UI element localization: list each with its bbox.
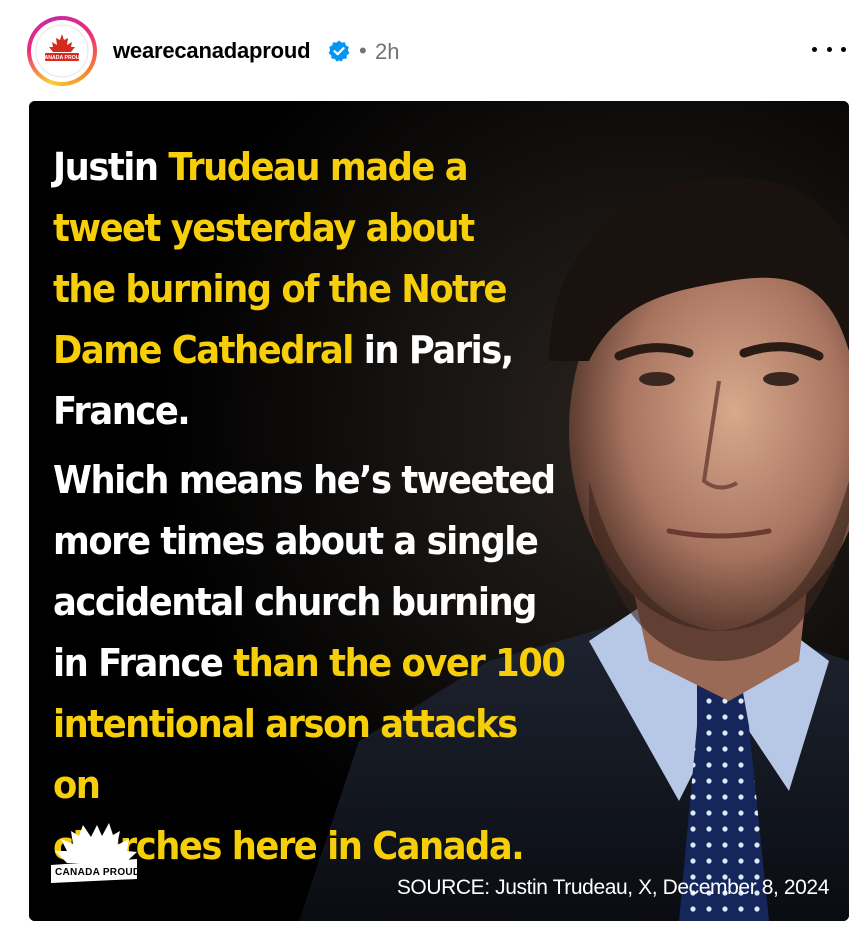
- more-options-button[interactable]: [812, 36, 846, 62]
- text-segment: in Paris,: [352, 328, 514, 372]
- highlight-segment: the burning of the Notre: [53, 267, 507, 311]
- username-link[interactable]: wearecanadaproud: [113, 38, 311, 64]
- dot-icon: [812, 46, 817, 52]
- verified-badge-icon: [328, 40, 350, 62]
- highlight-segment: Dame Cathedral: [53, 328, 354, 372]
- source-caption: SOURCE: Justin Trudeau, X, December 8, 2…: [396, 876, 830, 899]
- separator-dot: •: [359, 38, 367, 63]
- text-segment: Which means he’s tweeted: [53, 458, 556, 502]
- avatar-inner: CANADA PROUD: [31, 20, 93, 82]
- svg-text:CANADA PROUD: CANADA PROUD: [41, 55, 84, 61]
- highlight-segment: tweet yesterday about: [53, 206, 475, 250]
- dot-icon: [826, 46, 832, 52]
- text-segment: accidental church burning: [53, 580, 537, 624]
- highlight-segment: Trudeau made a: [168, 145, 468, 189]
- dot-icon: [841, 46, 846, 52]
- text-segment: more times about a single: [53, 519, 539, 563]
- post-caption-text: Justin Trudeau made a tweet yesterday ab…: [53, 137, 574, 877]
- brand-label: CANADA PROUD: [55, 867, 141, 878]
- canada-proud-logo-icon: CANADA PROUD: [35, 24, 89, 78]
- paragraph-1: Justin Trudeau made a tweet yesterday ab…: [53, 137, 574, 442]
- avatar[interactable]: CANADA PROUD: [27, 16, 97, 86]
- highlight-segment: than the over 100: [233, 641, 566, 685]
- paragraph-2: Which means he’s tweeted more times abou…: [53, 450, 574, 877]
- maple-leaf-logo-icon: [51, 823, 137, 883]
- post-header: CANADA PROUD wearecanadaproud • 2h: [0, 0, 863, 100]
- text-segment: Justin: [53, 145, 169, 189]
- highlight-segment: intentional arson attacks on: [53, 702, 518, 807]
- post-timestamp[interactable]: 2h: [375, 39, 399, 65]
- text-segment: in France: [53, 641, 234, 685]
- post-image[interactable]: Justin Trudeau made a tweet yesterday ab…: [29, 101, 849, 921]
- text-segment: France.: [53, 389, 191, 433]
